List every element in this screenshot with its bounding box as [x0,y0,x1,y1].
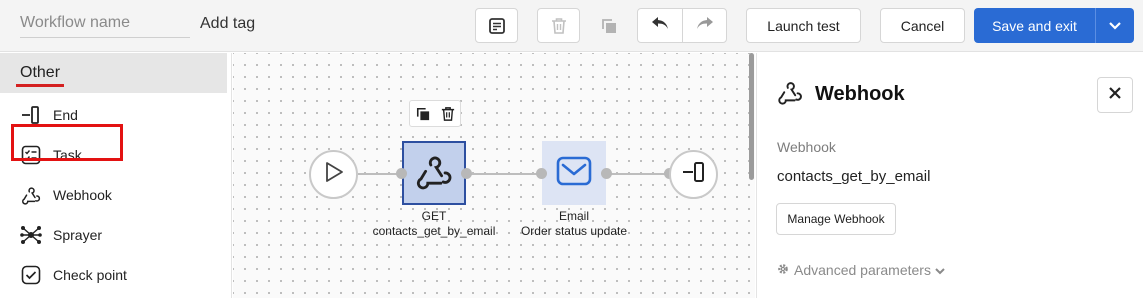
undo-button[interactable] [638,9,682,42]
history-buttons [637,8,727,43]
gear-icon [777,262,789,278]
check-point-icon [20,264,42,286]
palette-item-label: Webhook [53,187,112,203]
add-tag-button[interactable]: Add tag [200,15,255,33]
email-node[interactable] [542,141,606,205]
node-palette: Other End Task Webhook Sprayer Check poi… [0,53,232,298]
email-node-name: Order status update [520,224,628,238]
webhook-icon [415,152,453,195]
workflow-name-input[interactable] [20,10,190,38]
palette-item-sprayer[interactable]: Sprayer [20,220,220,250]
copy-button[interactable] [587,8,630,43]
delete-button[interactable] [537,8,580,43]
manage-webhook-button[interactable]: Manage Webhook [776,203,896,235]
note-icon [488,17,506,35]
palette-item-check-point[interactable]: Check point [20,260,220,290]
webhook-node-name: contacts_get_by_email [372,224,496,238]
advanced-parameters-label: Advanced parameters [794,262,931,278]
undo-icon [650,15,670,36]
webhook-node-label: GET contacts_get_by_email [364,209,504,239]
redo-button[interactable] [682,9,726,42]
end-icon [682,161,706,188]
copy-icon [601,18,617,34]
connector [466,173,542,175]
panel-header: Webhook [777,79,905,110]
category-underline [16,84,64,87]
webhook-highlight-box [11,124,123,161]
category-other[interactable]: Other [0,53,227,93]
save-split-button: Save and exit [974,8,1134,43]
launch-test-button[interactable]: Launch test [746,8,861,43]
canvas-scrollbar[interactable] [749,53,754,180]
category-label: Other [20,64,61,81]
end-node[interactable] [669,150,718,199]
advanced-parameters-toggle[interactable]: Advanced parameters [777,262,945,278]
notes-button[interactable] [475,8,518,43]
connector-port[interactable] [461,168,472,179]
palette-item-label: Check point [53,267,127,283]
node-actions-toolbar [409,100,461,127]
toolbar: Add tag Launch test Cancel Save and exit [0,0,1143,52]
redo-icon [695,15,715,36]
chevron-down-icon [935,262,945,278]
close-icon [1109,86,1121,104]
connector-port[interactable] [396,168,407,179]
play-icon [324,161,344,188]
webhook-icon [20,184,42,206]
copy-icon[interactable] [416,107,430,121]
start-node[interactable] [309,150,358,199]
webhook-field-label: Webhook [777,139,836,155]
palette-item-label: Sprayer [53,227,103,243]
save-and-exit-button[interactable]: Save and exit [974,8,1095,43]
sprayer-icon [20,224,42,246]
trash-icon [551,17,567,35]
chevron-down-icon [1109,17,1121,35]
properties-panel: Webhook Webhook contacts_get_by_email Ma… [756,53,1143,298]
end-icon [20,104,42,126]
palette-item-webhook[interactable]: Webhook [20,180,220,210]
email-node-label: Email Order status update [509,209,639,239]
email-node-type: Email [558,209,589,223]
close-panel-button[interactable] [1097,77,1133,113]
envelope-icon [556,156,592,191]
palette-item-label: End [53,107,78,123]
webhook-icon [777,79,803,110]
connector-port[interactable] [601,168,612,179]
webhook-node[interactable] [402,141,466,205]
panel-title: Webhook [815,83,905,105]
cancel-button[interactable]: Cancel [880,8,965,43]
connector [606,173,669,175]
save-options-button[interactable] [1095,8,1134,43]
trash-icon[interactable] [441,106,455,122]
webhook-field-value: contacts_get_by_email [777,168,931,185]
webhook-node-method: GET [421,209,447,223]
connector-port[interactable] [536,168,547,179]
